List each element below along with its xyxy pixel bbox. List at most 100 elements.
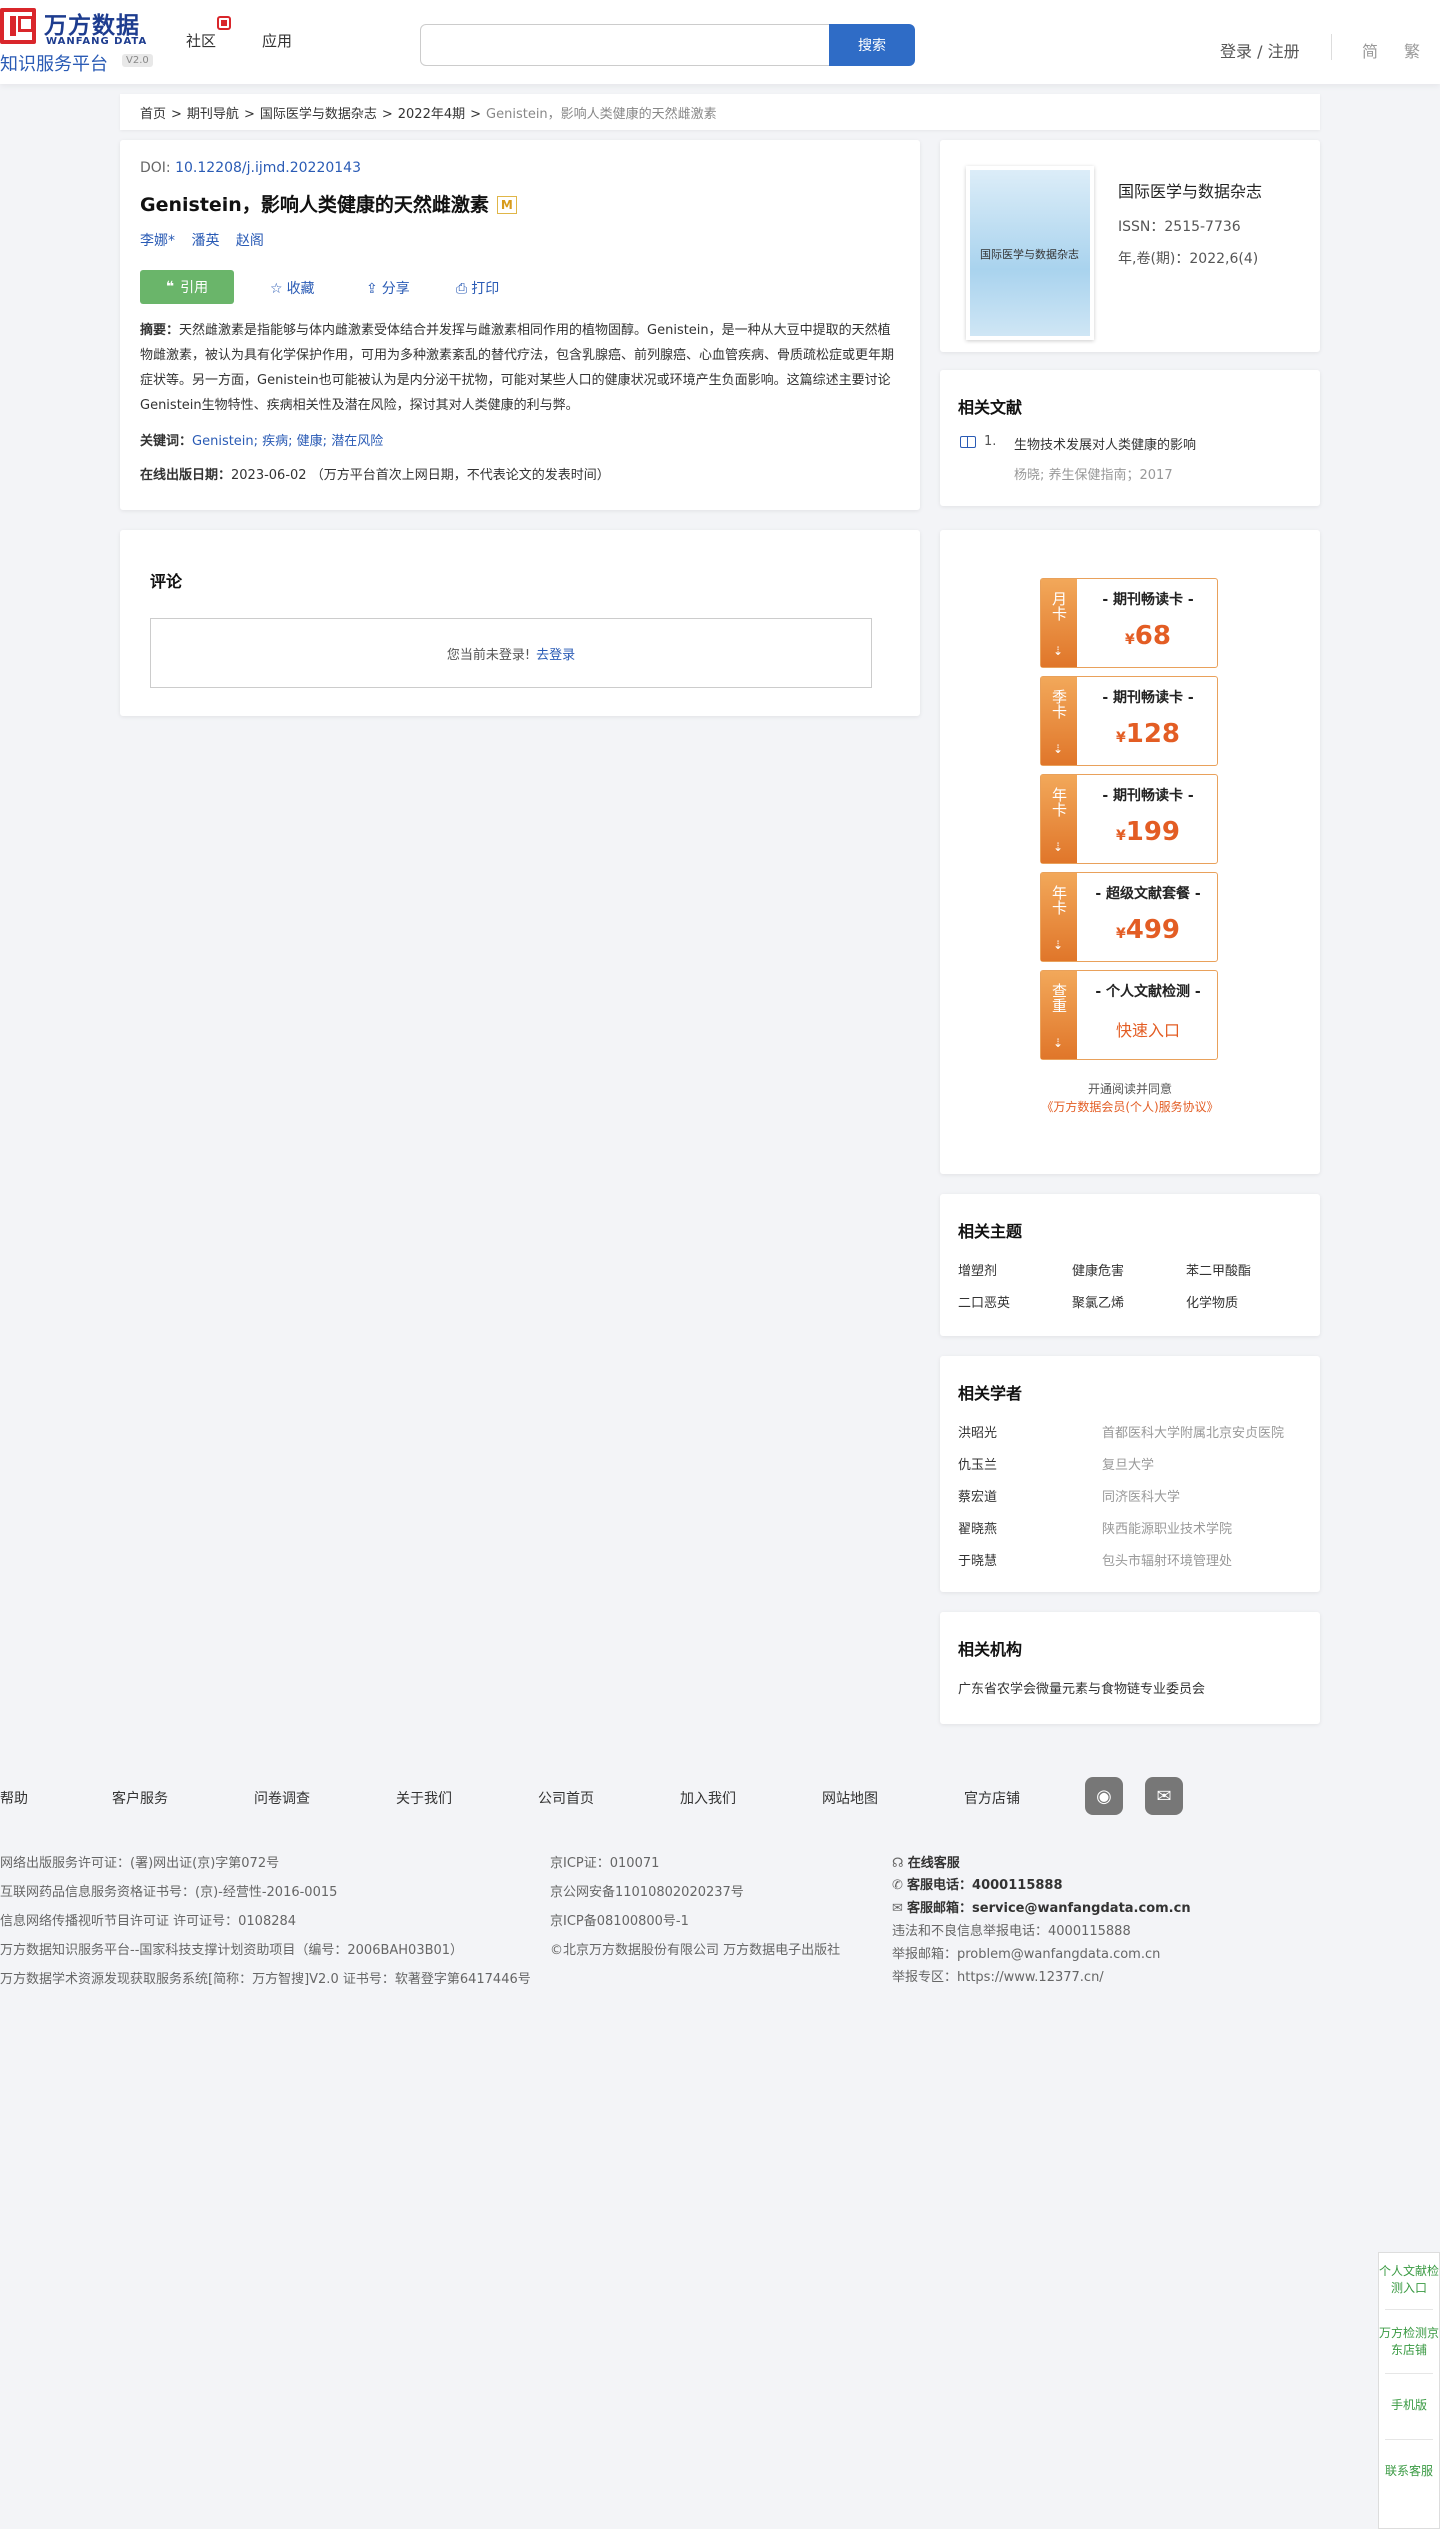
journal-cover[interactable]: 国际医学与数据杂志 [966, 166, 1094, 340]
wechat-icon[interactable]: ✉ [1145, 1777, 1183, 1815]
mail-icon: ✉ [892, 1901, 908, 1916]
book-icon [960, 436, 976, 448]
cite-label: 引用 [180, 280, 209, 296]
down-arrow-icon: ⇣ [1053, 742, 1064, 756]
footer-link-survey[interactable]: 问卷调查 [254, 1788, 310, 1808]
report-zone[interactable]: 举报专区：https://www.12377.cn/ [892, 1966, 1104, 1985]
email-label: 客服邮箱： [907, 1901, 973, 1916]
scholar-name[interactable]: 仇玉兰 [958, 1454, 997, 1473]
footer-icp[interactable]: 京ICP证：010071 [550, 1852, 659, 1871]
footer-link-customer-service[interactable]: 客户服务 [112, 1788, 168, 1808]
comments-login-prompt: 您当前未登录! 去登录 [150, 618, 872, 688]
footer-copyright: ©北京万方数据股份有限公司 万方数据电子出版社 [550, 1943, 841, 1958]
footer-link-about[interactable]: 关于我们 [396, 1788, 452, 1808]
header-divider [1331, 34, 1332, 60]
report-phone: 违法和不良信息举报电话：4000115888 [892, 1924, 1131, 1939]
wanfang-logo[interactable]: 万方数据 WANFANG DATA 知识服务平台 V2.0 [0, 6, 160, 75]
breadcrumb-issue[interactable]: 2022年4期 [398, 107, 465, 122]
breadcrumb-home[interactable]: 首页 [140, 107, 166, 122]
email-value[interactable]: service@wanfangdata.com.cn [972, 1901, 1191, 1916]
service-agreement-link[interactable]: 《万方数据会员(个人)服务协议》 [940, 1098, 1320, 1115]
breadcrumb-sep: > [171, 107, 182, 122]
abstract-label: 摘要： [140, 323, 180, 338]
logo-subtitle: 知识服务平台 [0, 54, 108, 75]
membership-option[interactable]: 月卡 ⇣ - 期刊畅读卡 - ¥68 [1040, 578, 1218, 668]
journal-name[interactable]: 国际医学与数据杂志 [1118, 178, 1262, 202]
footer-link-help[interactable]: 帮助 [0, 1788, 28, 1808]
breadcrumb-sep: > [381, 107, 393, 122]
medline-badge-icon: M [496, 196, 517, 214]
float-mobile[interactable]: 手机版 [1379, 2397, 1439, 2414]
lang-simplified[interactable]: 简 [1362, 38, 1378, 62]
topic-link[interactable]: 化学物质 [1186, 1292, 1238, 1311]
keywords-value[interactable]: Genistein; 疾病; 健康; 潜在风险 [192, 434, 383, 449]
footer-icp[interactable]: 京ICP备08100800号-1 [550, 1910, 689, 1929]
footer-link-sitemap[interactable]: 网站地图 [822, 1788, 878, 1808]
membership-option[interactable]: 年卡 ⇣ - 超级文献套餐 - ¥499 [1040, 872, 1218, 962]
author-link[interactable]: 李娜* [140, 233, 175, 249]
membership-option[interactable]: 年卡 ⇣ - 期刊畅读卡 - ¥199 [1040, 774, 1218, 864]
phone-value: 4000115888 [972, 1878, 1063, 1893]
related-topics-title: 相关主题 [958, 1222, 1023, 1241]
login-register-link[interactable]: 登录 / 注册 [1220, 38, 1300, 62]
topic-link[interactable]: 苯二甲酸酯 [1186, 1260, 1251, 1279]
price-value: 68 [1134, 621, 1171, 651]
top-header: 万方数据 WANFANG DATA 知识服务平台 V2.0 社区 应用 搜索 登… [0, 0, 1440, 84]
favorite-label: 收藏 [286, 281, 315, 297]
float-personal-check[interactable]: 个人文献检测入口 [1379, 2263, 1439, 2297]
topic-link[interactable]: 聚氯乙烯 [1072, 1292, 1124, 1311]
star-icon: ☆ [270, 281, 283, 297]
nav-apps[interactable]: 应用 [262, 30, 292, 51]
topic-link[interactable]: 二口恶英 [958, 1292, 1010, 1311]
lang-traditional[interactable]: 繁 [1404, 38, 1420, 62]
cite-button[interactable]: ❝ 引用 [140, 270, 234, 304]
breadcrumb-current: Genistein，影响人类健康的天然雌激素 [486, 107, 717, 122]
membership-option[interactable]: 季卡 ⇣ - 期刊畅读卡 - ¥128 [1040, 676, 1218, 766]
breadcrumb-journal[interactable]: 国际医学与数据杂志 [260, 107, 377, 122]
footer-link-join[interactable]: 加入我们 [680, 1788, 736, 1808]
footer-icp[interactable]: 京公网安备11010802020237号 [550, 1881, 744, 1900]
share-button[interactable]: ⇪ 分享 [366, 278, 410, 298]
membership-side: 季卡 ⇣ [1041, 677, 1077, 765]
go-login-link[interactable]: 去登录 [536, 644, 575, 663]
community-badge-icon [217, 16, 231, 30]
scholar-name[interactable]: 于晓慧 [958, 1550, 997, 1569]
print-button[interactable]: ⎙ 打印 [456, 278, 499, 298]
down-arrow-icon: ⇣ [1053, 1036, 1064, 1050]
author-link[interactable]: 赵阁 [236, 233, 264, 249]
float-contact-service[interactable]: 联系客服 [1379, 2463, 1439, 2480]
plagiarism-check-option[interactable]: 查重 ⇣ - 个人文献检测 - 快速入口 [1040, 970, 1218, 1060]
membership-side: 年卡 ⇣ [1041, 873, 1077, 961]
favorite-button[interactable]: ☆ 收藏 [270, 278, 315, 298]
breadcrumb: 首页 > 期刊导航 > 国际医学与数据杂志 >2022年4期 > Genistein，影响人类… [120, 94, 1320, 130]
search-input[interactable] [420, 24, 830, 66]
quick-entry-link[interactable]: 快速入口 [1079, 1017, 1217, 1041]
search-button[interactable]: 搜索 [829, 24, 915, 66]
topic-link[interactable]: 健康危害 [1072, 1260, 1124, 1279]
float-divider [1385, 2309, 1433, 2310]
article-card: DOI: 10.12208/j.ijmd.20220143 Genistein，… [120, 140, 920, 510]
related-doc-link[interactable]: 生物技术发展对人类健康的影响 [1014, 434, 1196, 453]
online-service-label: 在线客服 [907, 1856, 960, 1871]
footer-link-store[interactable]: 官方店铺 [964, 1788, 1020, 1808]
author-link[interactable]: 潘英 [191, 233, 219, 249]
breadcrumb-journal-nav[interactable]: 期刊导航 [187, 107, 239, 122]
footer-link-company[interactable]: 公司首页 [538, 1788, 594, 1808]
price-value: 199 [1125, 817, 1181, 847]
currency-symbol: ¥ [1115, 828, 1126, 844]
scholar-name[interactable]: 翟晓燕 [958, 1518, 997, 1537]
related-institutions-card: 相关机构 广东省农学会微量元素与食物链专业委员会 [940, 1612, 1320, 1724]
institution-link[interactable]: 广东省农学会微量元素与食物链专业委员会 [958, 1678, 1205, 1697]
membership-side: 年卡 ⇣ [1041, 775, 1077, 863]
doi-link[interactable]: 10.12208/j.ijmd.20220143 [175, 160, 361, 176]
service-phone: ✆ 客服电话：4000115888 [892, 1874, 1063, 1893]
weibo-icon[interactable]: ◉ [1085, 1777, 1123, 1815]
float-jd-store[interactable]: 万方检测京东店铺 [1379, 2325, 1439, 2359]
nav-community[interactable]: 社区 [186, 30, 216, 51]
report-email: 举报邮箱：problem@wanfangdata.com.cn [892, 1947, 1161, 1962]
floating-sidebar: 个人文献检测入口 万方检测京东店铺 手机版 联系客服 [1378, 2252, 1440, 2529]
online-service-link[interactable]: ☊ 在线客服 [892, 1852, 960, 1871]
scholar-name[interactable]: 洪昭光 [958, 1422, 997, 1441]
topic-link[interactable]: 增塑剂 [958, 1260, 997, 1279]
scholar-name[interactable]: 蔡宏道 [958, 1486, 997, 1505]
